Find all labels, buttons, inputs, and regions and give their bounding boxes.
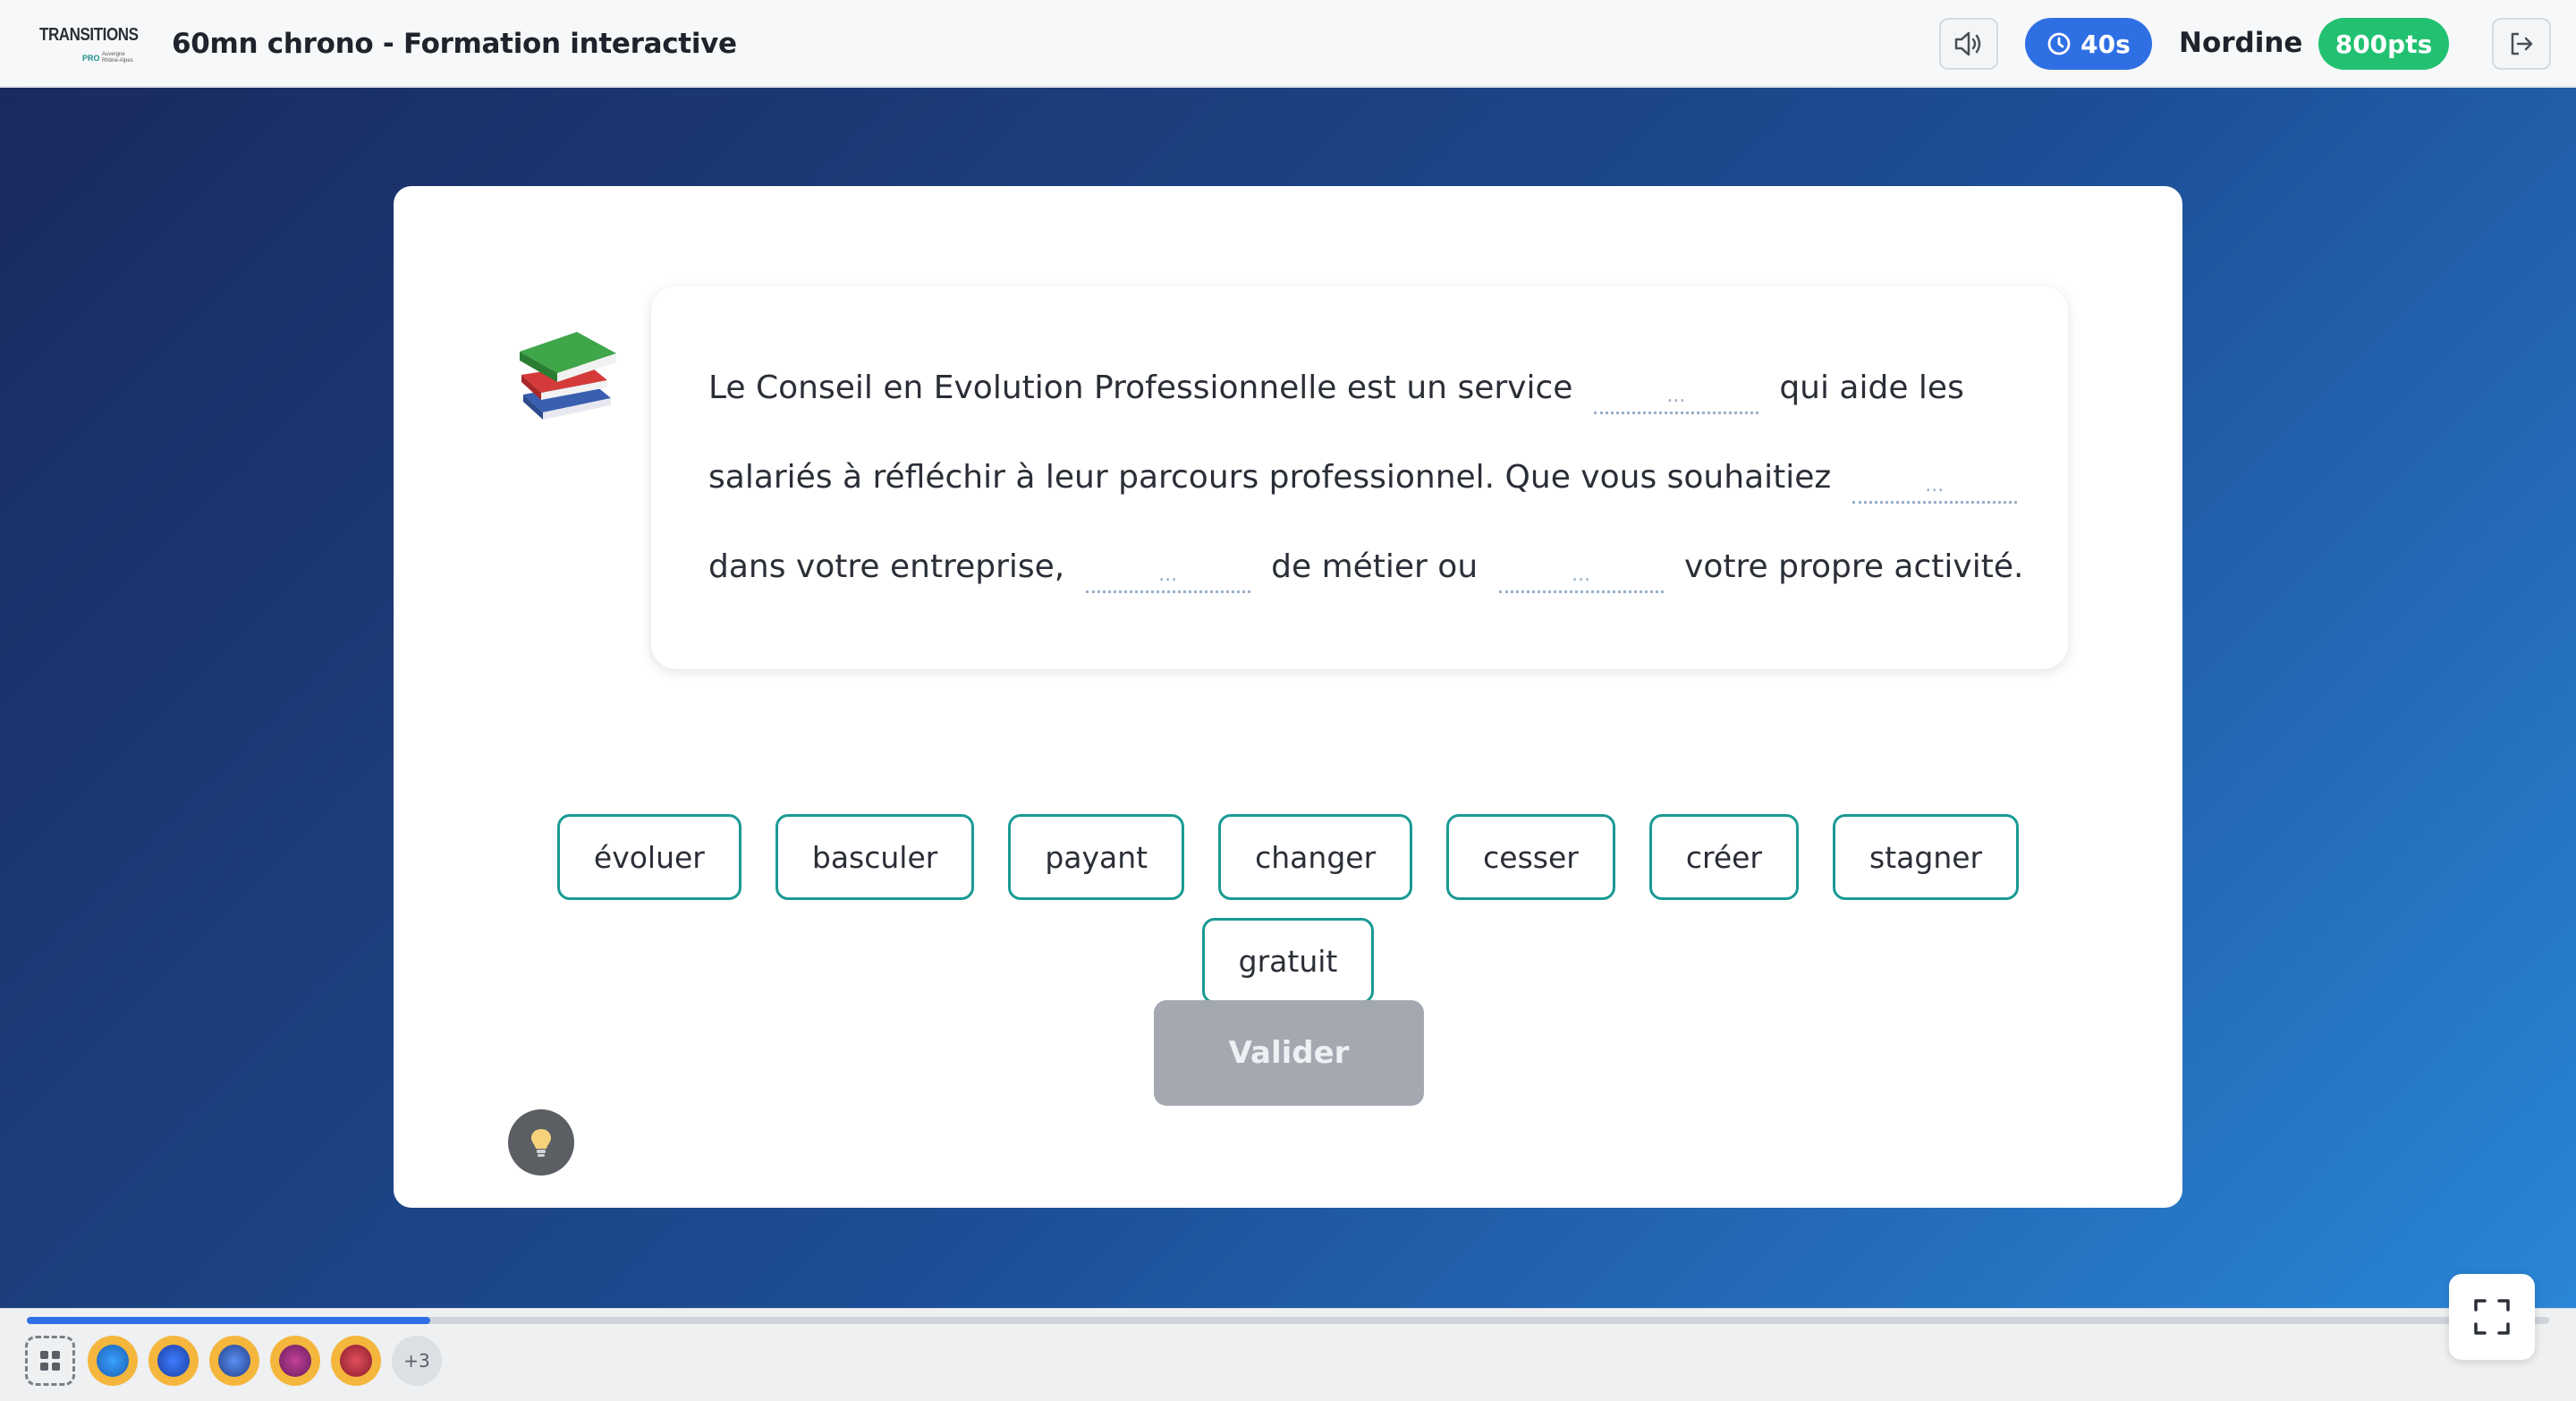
word-chip-payant[interactable]: payant: [1008, 814, 1185, 900]
validate-button[interactable]: Valider: [1154, 1000, 1424, 1106]
app-title: 60mn chrono - Formation interactive: [172, 28, 737, 60]
progress-bar: [27, 1317, 2549, 1324]
progress-fill: [27, 1317, 431, 1324]
fullscreen-icon: [2474, 1299, 2510, 1335]
sentence-part-3: dans votre entreprise,: [708, 548, 1065, 585]
grid-menu-button[interactable]: [25, 1336, 75, 1386]
word-chip-gratuit[interactable]: gratuit: [1201, 918, 1375, 1004]
logo-region: Auvergne Rhône-Alpes: [102, 52, 133, 64]
word-bank-row-1: évoluer basculer payant changer cesser c…: [394, 814, 2182, 900]
word-bank-row-2: gratuit: [394, 918, 2182, 1004]
fullscreen-button[interactable]: [2449, 1274, 2535, 1360]
transitions-pro-logo: TRANSITIONS PRO Auvergne Rhône-Alpes: [39, 23, 143, 68]
sentence-part-1: Le Conseil en Evolution Professionnelle …: [708, 369, 1573, 406]
word-chip-stagner[interactable]: stagner: [1833, 814, 2020, 900]
badge-4-icon[interactable]: [270, 1336, 320, 1386]
badge-5-icon[interactable]: [331, 1336, 381, 1386]
word-chip-cesser[interactable]: cesser: [1446, 814, 1615, 900]
blank-slot-1[interactable]: ...: [1593, 378, 1758, 414]
more-badges-count[interactable]: +3: [392, 1336, 442, 1386]
user-name: Nordine: [2179, 27, 2303, 59]
logout-icon: [2511, 32, 2533, 55]
sound-button[interactable]: [1939, 18, 1998, 70]
badge-2-icon[interactable]: [148, 1336, 199, 1386]
top-bar: TRANSITIONS PRO Auvergne Rhône-Alpes 60m…: [0, 0, 2576, 87]
sentence-part-4: de métier ou: [1271, 548, 1479, 585]
clock-icon: [2047, 32, 2071, 55]
word-chip-changer[interactable]: changer: [1218, 814, 1413, 900]
badge-1-icon[interactable]: [88, 1336, 138, 1386]
badge-3-icon[interactable]: [209, 1336, 259, 1386]
word-chip-creer[interactable]: créer: [1648, 814, 1800, 900]
fill-in-sentence: Le Conseil en Evolution Professionnelle …: [708, 344, 2032, 612]
logo-text: TRANSITIONS: [39, 25, 139, 45]
speaker-icon: [1954, 31, 1981, 56]
exercise-card: Le Conseil en Evolution Professionnelle …: [394, 186, 2182, 1208]
hint-button[interactable]: [508, 1109, 574, 1176]
points-badge: 800pts: [2318, 18, 2449, 70]
word-chip-basculer[interactable]: basculer: [775, 814, 975, 900]
sentence-part-5: votre propre activité.: [1684, 548, 2024, 585]
bottom-bar: +3: [0, 1308, 2576, 1401]
blank-slot-3[interactable]: ...: [1085, 557, 1250, 593]
stage-background: Le Conseil en Evolution Professionnelle …: [0, 88, 2576, 1308]
books-icon: [520, 332, 616, 420]
logo-sub: PRO: [82, 54, 100, 63]
exit-button[interactable]: [2492, 18, 2551, 70]
timer-value: 40s: [2080, 29, 2131, 59]
blank-slot-4[interactable]: ...: [1498, 557, 1664, 593]
timer-badge: 40s: [2025, 18, 2152, 70]
word-chip-evoluer[interactable]: évoluer: [556, 814, 741, 900]
grid-icon: [40, 1351, 60, 1371]
lightbulb-icon: [531, 1129, 551, 1157]
blank-slot-2[interactable]: ...: [1852, 468, 2017, 504]
question-box: Le Conseil en Evolution Professionnelle …: [651, 286, 2068, 669]
